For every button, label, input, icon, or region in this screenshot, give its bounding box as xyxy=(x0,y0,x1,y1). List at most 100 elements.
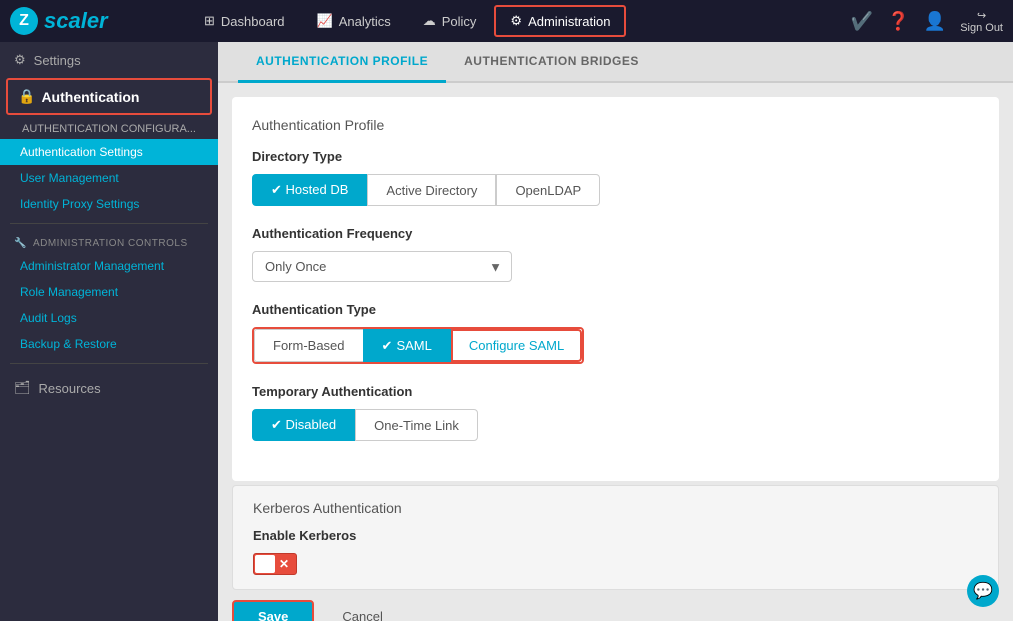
toggle-handle xyxy=(255,555,275,573)
auth-frequency-dropdown-wrapper: Only Once Every Request Daily Weekly ▼ xyxy=(252,251,512,282)
nav-administration[interactable]: ⚙ Administration xyxy=(494,5,626,37)
help-icon[interactable]: ❓ xyxy=(887,11,909,32)
cancel-button[interactable]: Cancel xyxy=(326,602,398,621)
hosted-db-button[interactable]: ✔ Hosted DB xyxy=(252,174,367,206)
save-label: Save xyxy=(258,609,288,621)
auth-frequency-group: Authentication Frequency Only Once Every… xyxy=(252,226,979,282)
auth-frequency-select[interactable]: Only Once Every Request Daily Weekly xyxy=(252,251,512,282)
checklist-icon[interactable]: ✔️ xyxy=(851,11,873,32)
cancel-label: Cancel xyxy=(342,609,382,621)
disabled-check-icon: ✔ xyxy=(271,417,282,432)
help-fab-icon: 💬 xyxy=(973,581,993,601)
admin-controls-header: 🔧 ADMINISTRATION CONTROLS xyxy=(0,230,218,253)
auth-frequency-label: Authentication Frequency xyxy=(252,226,979,241)
check-icon: ✔ xyxy=(271,182,282,197)
auth-section-label: Authentication xyxy=(41,89,139,105)
tab-auth-profile-label: AUTHENTICATION PROFILE xyxy=(256,54,428,68)
user-mgmt-label: User Management xyxy=(20,171,119,185)
kerberos-toggle-container: ✕ xyxy=(253,553,978,575)
kerberos-section-title: Kerberos Authentication xyxy=(253,500,978,516)
content-panel: Authentication Profile Directory Type ✔ … xyxy=(232,97,999,481)
kerberos-toggle[interactable]: ✕ xyxy=(253,553,297,575)
auth-type-label: Authentication Type xyxy=(252,302,979,317)
nav-analytics[interactable]: 📈 Analytics xyxy=(303,7,405,35)
gear-icon: ⚙ xyxy=(510,13,522,29)
backup-restore-label: Backup & Restore xyxy=(20,337,117,351)
one-time-link-button[interactable]: One-Time Link xyxy=(355,409,478,441)
auth-config-label: AUTHENTICATION CONFIGURA... xyxy=(22,123,196,135)
cloud-icon: ☁ xyxy=(423,13,436,29)
analytics-icon: 📈 xyxy=(317,13,333,29)
sidebar-item-user-mgmt[interactable]: User Management xyxy=(0,165,218,191)
nav-analytics-label: Analytics xyxy=(339,14,391,29)
sidebar-item-auth-settings[interactable]: Authentication Settings xyxy=(0,139,218,165)
toggle-x-icon: ✕ xyxy=(279,557,289,571)
nav-dashboard[interactable]: ⊞ Dashboard xyxy=(190,7,299,35)
tab-auth-profile[interactable]: AUTHENTICATION PROFILE xyxy=(238,42,446,83)
tab-auth-bridges-label: AUTHENTICATION BRIDGES xyxy=(464,54,639,68)
openldap-label: OpenLDAP xyxy=(515,183,581,198)
nav-policy-label: Policy xyxy=(442,14,477,29)
tab-auth-bridges[interactable]: AUTHENTICATION BRIDGES xyxy=(446,42,657,83)
form-based-label: Form-Based xyxy=(273,338,345,353)
sidebar-divider xyxy=(10,223,208,224)
auth-settings-label: Authentication Settings xyxy=(20,145,143,159)
resources-label: Resources xyxy=(39,381,101,396)
nav-dashboard-label: Dashboard xyxy=(221,14,285,29)
sidebar-auth-config[interactable]: AUTHENTICATION CONFIGURA... xyxy=(0,119,218,139)
configure-saml-button[interactable]: Configure SAML xyxy=(451,329,582,362)
configure-saml-label: Configure SAML xyxy=(469,338,564,353)
saml-check-icon: ✔ xyxy=(382,338,393,354)
settings-header: ⚙ Settings xyxy=(0,42,218,74)
gear-settings-icon: ⚙ xyxy=(14,52,26,68)
puzzle-icon: 🔧 xyxy=(14,238,27,249)
saml-button[interactable]: ✔ SAML xyxy=(363,329,451,362)
nav-policy[interactable]: ☁ Policy xyxy=(409,7,491,35)
sidebar-item-role-mgmt[interactable]: Role Management xyxy=(0,279,218,305)
identity-proxy-label: Identity Proxy Settings xyxy=(20,197,139,211)
auth-section-header: 🔒 Authentication xyxy=(6,78,212,115)
dashboard-icon: ⊞ xyxy=(204,13,215,29)
sidebar-item-identity-proxy[interactable]: Identity Proxy Settings xyxy=(0,191,218,217)
active-directory-label: Active Directory xyxy=(386,183,477,198)
top-nav: Z scaler ⊞ Dashboard 📈 Analytics ☁ Polic… xyxy=(0,0,1013,42)
disabled-label: Disabled xyxy=(286,417,337,432)
resources-header: 🗂 Resources xyxy=(0,370,218,402)
save-button[interactable]: Save xyxy=(232,600,314,621)
sign-out-label: Sign Out xyxy=(960,22,1003,34)
hosted-db-label: Hosted DB xyxy=(286,182,349,197)
help-fab[interactable]: 💬 xyxy=(967,575,999,607)
auth-type-group: Authentication Type Form-Based ✔ SAML Co… xyxy=(252,302,979,364)
signout-arrow-icon: ↪ xyxy=(977,9,986,22)
logo-area: Z scaler xyxy=(10,7,190,35)
admin-controls-label: ADMINISTRATION CONTROLS xyxy=(33,238,188,249)
tab-bar: AUTHENTICATION PROFILE AUTHENTICATION BR… xyxy=(218,42,1013,83)
directory-type-label: Directory Type xyxy=(252,149,979,164)
openldap-button[interactable]: OpenLDAP xyxy=(496,174,600,206)
logo-icon: Z xyxy=(10,7,38,35)
temp-auth-group: Temporary Authentication ✔ Disabled One-… xyxy=(252,384,979,441)
disabled-button[interactable]: ✔ Disabled xyxy=(252,409,355,441)
resources-icon: 🗂 xyxy=(14,380,31,396)
sidebar-item-audit-logs[interactable]: Audit Logs xyxy=(0,305,218,331)
nav-administration-label: Administration xyxy=(528,14,610,29)
kerberos-section: Kerberos Authentication Enable Kerberos … xyxy=(232,485,999,590)
sidebar-item-admin-mgmt[interactable]: Administrator Management xyxy=(0,253,218,279)
one-time-link-label: One-Time Link xyxy=(374,418,459,433)
directory-type-buttons: ✔ Hosted DB Active Directory OpenLDAP xyxy=(252,174,979,206)
temp-auth-buttons: ✔ Disabled One-Time Link xyxy=(252,409,979,441)
sign-out-button[interactable]: ↪ Sign Out xyxy=(960,9,1003,34)
bottom-bar: Save Cancel xyxy=(218,590,1013,621)
section-title: Authentication Profile xyxy=(252,117,979,133)
settings-label: Settings xyxy=(34,53,81,68)
nav-right: ✔️ ❓ 👤 ↪ Sign Out xyxy=(851,9,1003,34)
directory-type-group: Directory Type ✔ Hosted DB Active Direct… xyxy=(252,149,979,206)
form-based-button[interactable]: Form-Based xyxy=(254,329,363,362)
active-directory-button[interactable]: Active Directory xyxy=(367,174,496,206)
enable-kerberos-label: Enable Kerberos xyxy=(253,528,978,543)
role-mgmt-label: Role Management xyxy=(20,285,118,299)
auth-type-wrapper: Form-Based ✔ SAML Configure SAML xyxy=(252,327,584,364)
user-icon[interactable]: 👤 xyxy=(924,11,946,32)
sidebar-item-backup-restore[interactable]: Backup & Restore xyxy=(0,331,218,357)
main-layout: ⚙ Settings 🔒 Authentication AUTHENTICATI… xyxy=(0,42,1013,621)
